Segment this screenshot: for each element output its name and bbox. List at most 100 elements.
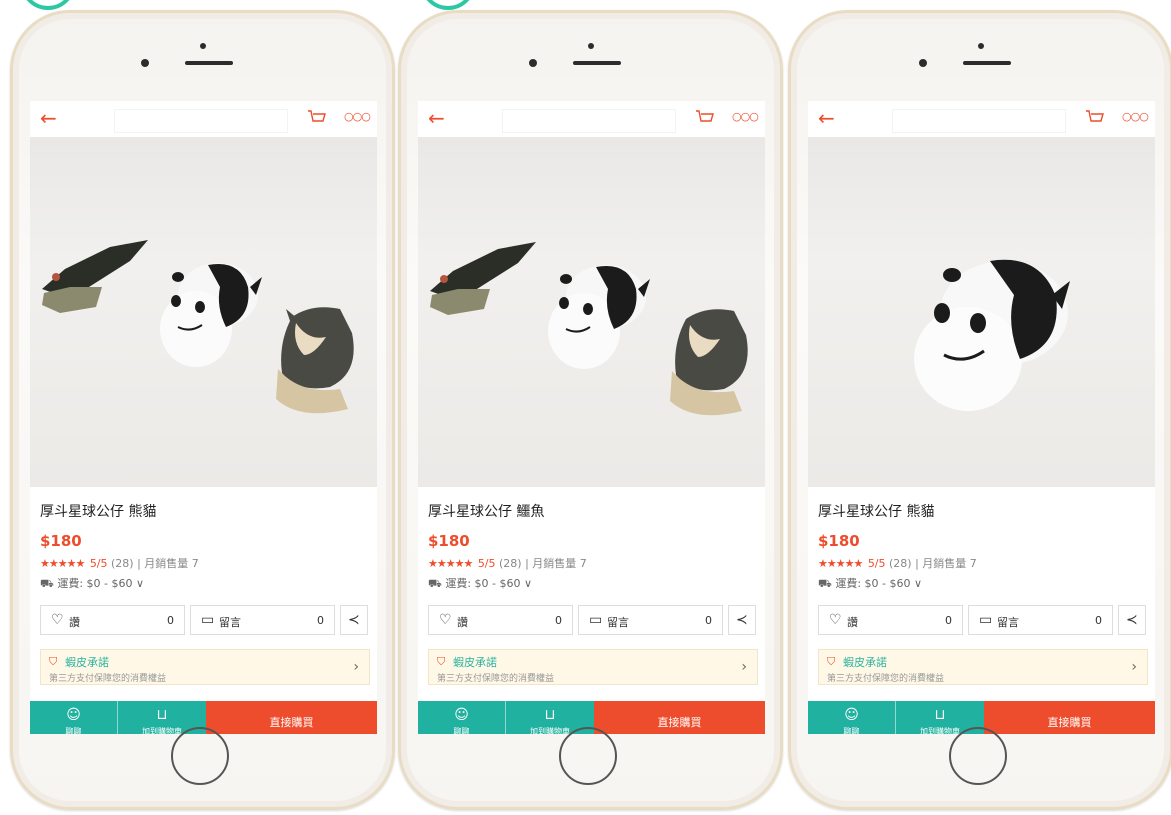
shipping-fee: 運費: $0 - $60 ∨ [57, 577, 145, 590]
product-photo [418, 137, 765, 487]
share-button[interactable]: ≺ [1118, 605, 1146, 635]
buy-now-button[interactable]: 直接購買 [594, 701, 765, 734]
comment-count: 0 [1095, 614, 1102, 627]
crocodile-toy [430, 242, 536, 315]
chat-icon: ☺ [454, 707, 469, 723]
product-screen: ← ○○○ [418, 101, 765, 734]
title-redacted [502, 109, 676, 133]
phone-1: ← ○○○ 厚斗星球公仔 熊貓 $180 ★★★★★ 5/5 (28) | 月銷… [10, 10, 395, 810]
chat-label: 聊聊 [65, 727, 82, 734]
back-arrow-icon[interactable]: ← [818, 107, 835, 129]
truck-icon: ⛟ [428, 577, 442, 590]
buy-now-button[interactable]: 直接購買 [984, 701, 1155, 734]
earpiece [184, 61, 233, 65]
front-camera [918, 59, 927, 67]
home-button[interactable] [948, 727, 1007, 785]
share-button[interactable]: ≺ [728, 605, 756, 635]
guarantee-title: 蝦皮承諾 [843, 656, 887, 669]
product-info: 厚斗星球公仔 鱷魚 $180 ★★★★★ 5/5 (28) | 月銷售量 7 ⛟… [418, 487, 765, 734]
share-button[interactable]: ≺ [340, 605, 368, 635]
heart-icon: ♡ [51, 612, 64, 628]
top-bar: ← ○○○ [418, 101, 765, 137]
comment-button[interactable]: ▭ 留言 0 [190, 605, 335, 635]
rating-row: ★★★★★ 5/5 (28) | 月銷售量 7 [40, 555, 199, 571]
product-info: 厚斗星球公仔 熊貓 $180 ★★★★★ 5/5 (28) | 月銷售量 7 ⛟… [30, 487, 377, 734]
monthly-sales: | 月銷售量 7 [915, 557, 977, 570]
like-count: 0 [555, 614, 562, 627]
comment-count: 0 [317, 614, 324, 627]
phone-3: ← ○○○ 厚斗星球公仔 熊貓 $180 ★★★★★ 5/5 (28) | 月銷… [788, 10, 1171, 810]
more-icon[interactable]: ○○○ [732, 110, 759, 123]
chat-button[interactable]: ☺ 聊聊 [808, 701, 896, 734]
shipping-fee: 運費: $0 - $60 ∨ [835, 577, 923, 590]
earpiece [572, 61, 621, 65]
shipping-row[interactable]: ⛟ 運費: $0 - $60 ∨ [40, 575, 144, 592]
guarantee-banner[interactable]: ⛉ 蝦皮承諾 第三方支付保障您的消費權益 › [40, 649, 370, 685]
home-button[interactable] [558, 727, 617, 785]
dog-toy [670, 309, 748, 416]
chat-label: 聊聊 [453, 727, 470, 734]
comment-label: 留言 [219, 616, 241, 629]
toys-illustration [914, 259, 1070, 411]
rating-stars: ★★★★★ [40, 557, 85, 570]
chat-button[interactable]: ☺ 聊聊 [418, 701, 506, 734]
like-button[interactable]: ♡ 讚 0 [428, 605, 573, 635]
like-label: 讚 [69, 616, 80, 629]
more-icon[interactable]: ○○○ [344, 110, 371, 123]
title-redacted [892, 109, 1066, 133]
panda-toy [548, 265, 650, 369]
rating-value: 5/5 [89, 557, 108, 570]
action-row: ♡ 讚 0 ▭ 留言 0 ≺ [818, 605, 1148, 635]
guarantee-banner[interactable]: ⛉ 蝦皮承諾 第三方支付保障您的消費權益 › [818, 649, 1148, 685]
back-arrow-icon[interactable]: ← [40, 107, 57, 129]
cart-icon[interactable] [695, 109, 715, 127]
shipping-row[interactable]: ⛟ 運費: $0 - $60 ∨ [818, 575, 922, 592]
back-arrow-icon[interactable]: ← [428, 107, 445, 129]
review-count[interactable]: (28) [889, 557, 912, 570]
product-title: 厚斗星球公仔 熊貓 [818, 504, 935, 520]
front-camera [140, 59, 149, 67]
phone-mockups: ← ○○○ 厚斗星球公仔 熊貓 $180 ★★★★★ 5/5 (28) | 月銷… [0, 0, 1171, 815]
heart-icon: ♡ [439, 612, 452, 628]
crocodile-toy [42, 240, 148, 313]
shipping-fee: 運費: $0 - $60 ∨ [445, 577, 533, 590]
more-icon[interactable]: ○○○ [1122, 110, 1149, 123]
like-button[interactable]: ♡ 讚 0 [40, 605, 185, 635]
review-count[interactable]: (28) [111, 557, 134, 570]
like-button[interactable]: ♡ 讚 0 [818, 605, 963, 635]
chevron-right-icon: › [353, 659, 359, 675]
cart-icon[interactable] [1085, 109, 1105, 127]
product-screen: ← ○○○ [30, 101, 377, 734]
home-button[interactable] [170, 727, 229, 785]
buy-now-button[interactable]: 直接購買 [206, 701, 377, 734]
rating-value: 5/5 [477, 557, 496, 570]
comment-count: 0 [705, 614, 712, 627]
review-count[interactable]: (28) [499, 557, 522, 570]
guarantee-title: 蝦皮承諾 [453, 656, 497, 669]
guarantee-banner[interactable]: ⛉ 蝦皮承諾 第三方支付保障您的消費權益 › [428, 649, 758, 685]
product-price: $180 [428, 532, 470, 550]
comment-label: 留言 [997, 616, 1019, 629]
truck-icon: ⛟ [40, 577, 54, 590]
chevron-right-icon: › [1131, 659, 1137, 675]
product-price: $180 [40, 532, 82, 550]
chat-icon: ☺ [844, 707, 859, 723]
comment-button[interactable]: ▭ 留言 0 [578, 605, 723, 635]
comment-button[interactable]: ▭ 留言 0 [968, 605, 1113, 635]
phone-2: ← ○○○ 厚斗星球公仔 鱷魚 $180 ★★★★★ 5/5 (28) | 月銷… [398, 10, 783, 810]
rating-stars: ★★★★★ [818, 557, 863, 570]
shield-icon: ⛉ [827, 655, 836, 668]
cart-icon[interactable] [307, 109, 327, 127]
chat-button[interactable]: ☺ 聊聊 [30, 701, 118, 734]
add-to-cart-icon: ⊔ [544, 707, 556, 723]
toys-illustration [42, 240, 354, 414]
like-count: 0 [167, 614, 174, 627]
shield-icon: ⛉ [437, 655, 446, 668]
shipping-row[interactable]: ⛟ 運費: $0 - $60 ∨ [428, 575, 532, 592]
dog-toy [276, 307, 354, 414]
top-bar: ← ○○○ [30, 101, 377, 137]
heart-icon: ♡ [829, 612, 842, 628]
earpiece [962, 61, 1011, 65]
share-icon: ≺ [1126, 612, 1138, 628]
front-camera [528, 59, 537, 67]
